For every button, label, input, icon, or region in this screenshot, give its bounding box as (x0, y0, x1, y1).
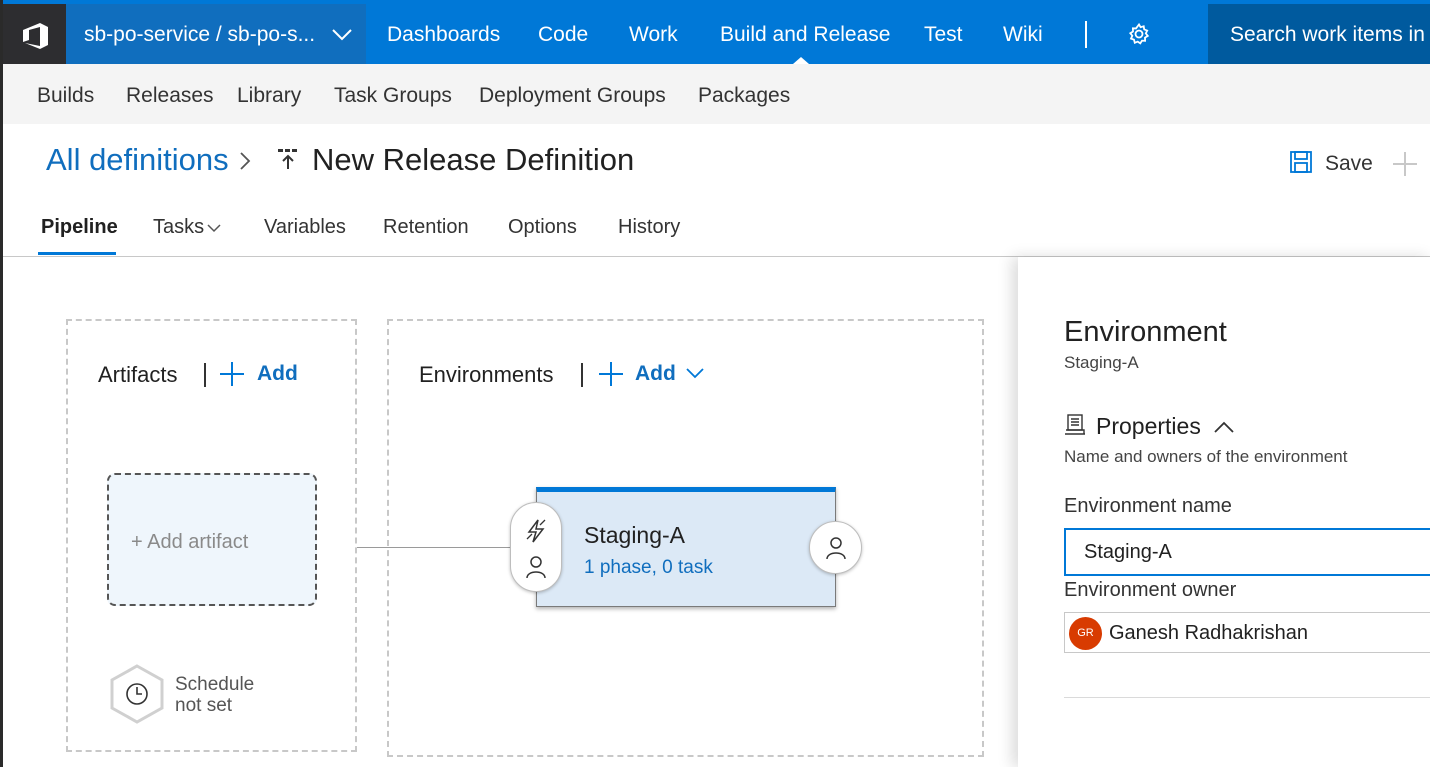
avatar: GR (1069, 617, 1102, 650)
environment-name-input[interactable] (1064, 528, 1430, 576)
nav-code[interactable]: Code (538, 23, 588, 47)
plus-icon[interactable] (219, 361, 245, 387)
schedule-status[interactable]: Schedule not set (175, 674, 254, 716)
properties-section-title[interactable]: Properties (1096, 413, 1201, 440)
chevron-up-icon[interactable] (1214, 421, 1234, 434)
release-definition-page: sb-po-service / sb-po-s... Dashboards Co… (0, 0, 1430, 767)
environment-card-name: Staging-A (584, 522, 686, 548)
user-icon (826, 537, 846, 560)
environment-owner-picker[interactable]: GR Ganesh Radhakrishan (1064, 612, 1430, 653)
owner-name: Ganesh Radhakrishan (1109, 622, 1309, 644)
subnav-task-groups[interactable]: Task Groups (334, 84, 452, 108)
plus-icon[interactable] (598, 361, 624, 387)
schedule-line-1: Schedule (175, 674, 255, 695)
nav-work[interactable]: Work (629, 23, 678, 47)
add-artifact-link[interactable]: Add (257, 362, 298, 386)
chevron-right-icon (240, 152, 251, 170)
save-label: Save (1325, 152, 1373, 175)
chevron-down-icon (332, 29, 352, 41)
nav-wiki[interactable]: Wiki (1003, 23, 1043, 47)
project-selector[interactable]: sb-po-service / sb-po-s... (66, 4, 366, 64)
add-artifact-card[interactable]: + Add artifact (107, 473, 317, 606)
tab-options[interactable]: Options (508, 216, 577, 239)
active-nav-indicator (793, 57, 809, 64)
tab-tasks[interactable]: Tasks (153, 216, 204, 239)
environment-card[interactable]: Staging-A 1 phase, 0 task (536, 487, 836, 607)
subnav-releases[interactable]: Releases (126, 84, 214, 108)
environments-title-divider (581, 363, 583, 387)
nav-build-and-release[interactable]: Build and Release (720, 23, 890, 47)
nav-test[interactable]: Test (924, 23, 963, 47)
chevron-down-icon[interactable] (686, 367, 704, 379)
project-name: sb-po-service / sb-po-s... (84, 23, 316, 46)
tab-variables[interactable]: Variables (264, 216, 346, 239)
chevron-down-icon[interactable] (207, 223, 221, 233)
environment-panel: Environment Staging-A Properties Name an… (1018, 257, 1430, 767)
release-definition-icon (278, 149, 297, 169)
page-title: New Release Definition (312, 142, 635, 177)
search-placeholder: Search work items in t (1230, 23, 1430, 46)
subnav-deployment-groups[interactable]: Deployment Groups (479, 84, 666, 108)
panel-title: Environment (1064, 316, 1227, 348)
plus-icon[interactable] (1391, 150, 1419, 178)
properties-description: Name and owners of the environment (1064, 447, 1348, 466)
pre-deployment-conditions[interactable] (510, 502, 562, 592)
post-deployment-conditions[interactable] (809, 521, 862, 574)
panel-subtitle: Staging-A (1064, 353, 1139, 372)
environments-title: Environments (419, 362, 554, 387)
tab-retention[interactable]: Retention (383, 216, 469, 239)
top-nav-bar: sb-po-service / sb-po-s... Dashboards Co… (3, 0, 1430, 64)
subnav-packages[interactable]: Packages (698, 84, 790, 108)
environment-owner-label: Environment owner (1064, 579, 1237, 601)
breadcrumb-all-definitions[interactable]: All definitions (46, 142, 229, 178)
panel-divider (1064, 697, 1430, 698)
schedule-line-2: not set (175, 695, 233, 716)
vsts-logo-icon (23, 23, 48, 49)
vsts-logo[interactable] (3, 4, 66, 64)
search-box[interactable]: Search work items in t (1208, 4, 1430, 64)
environment-card-summary[interactable]: 1 phase, 0 task (584, 557, 713, 579)
schedule-icon[interactable] (109, 664, 165, 724)
add-artifact-label: + Add artifact (131, 531, 249, 553)
sub-nav-bar: Builds Releases Library Task Groups Depl… (3, 64, 1430, 124)
tab-history[interactable]: History (618, 216, 680, 239)
subnav-builds[interactable]: Builds (37, 84, 94, 108)
save-icon (1290, 151, 1312, 173)
tab-pipeline[interactable]: Pipeline (41, 216, 118, 239)
artifacts-title-divider (204, 363, 206, 387)
user-icon[interactable] (525, 555, 547, 579)
artifacts-title: Artifacts (98, 362, 178, 387)
add-environment-link[interactable]: Add (635, 362, 676, 386)
environment-name-label: Environment name (1064, 495, 1232, 517)
properties-icon (1065, 414, 1085, 435)
active-tab-indicator (38, 252, 116, 255)
gear-icon[interactable] (1127, 22, 1151, 46)
subnav-library[interactable]: Library (237, 84, 301, 108)
nav-divider (1085, 21, 1087, 48)
lightning-icon[interactable] (525, 519, 547, 543)
nav-dashboards[interactable]: Dashboards (387, 23, 500, 47)
